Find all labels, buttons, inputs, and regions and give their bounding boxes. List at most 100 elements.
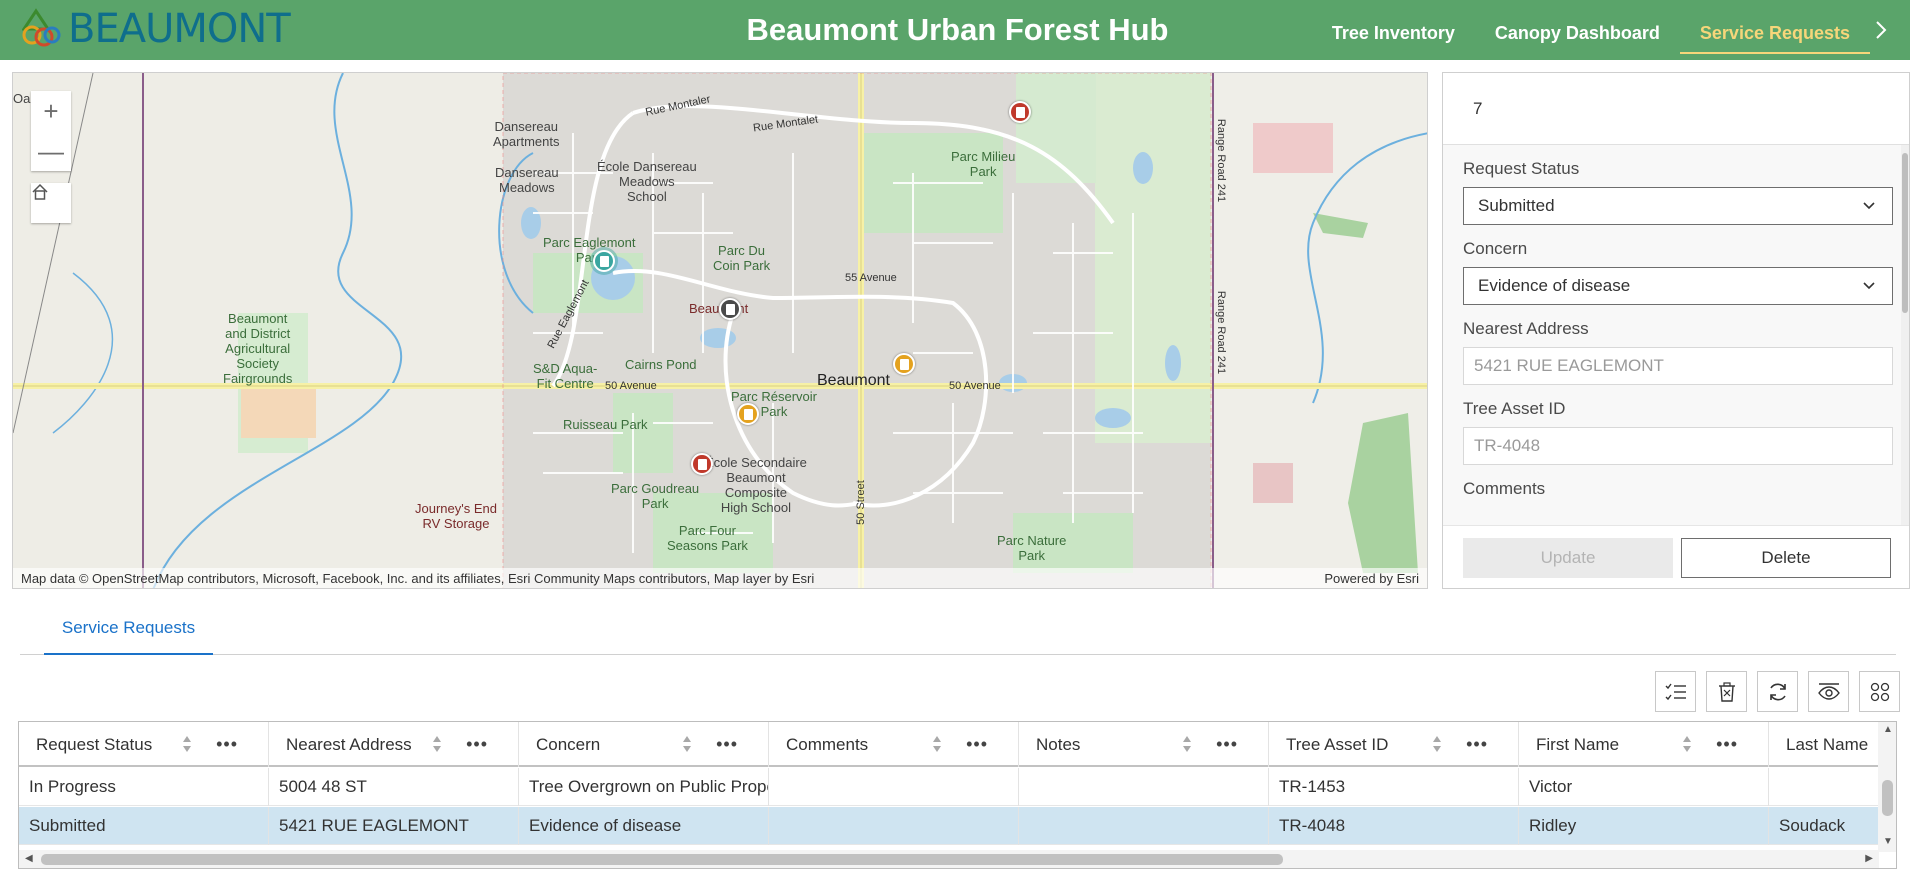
zoom-controls: + — [31, 91, 71, 171]
request-icon [743, 408, 753, 420]
map-label-parc-goudreau: Parc Goudreau Park [611, 481, 700, 511]
chevron-right-icon[interactable] [1874, 19, 1888, 41]
map-pin-closed[interactable] [719, 298, 741, 320]
home-button[interactable] [31, 183, 71, 223]
grid-view-button[interactable] [1859, 671, 1900, 712]
column-menu-button[interactable]: ••• [466, 734, 488, 755]
table-cell: Evidence of disease [519, 807, 769, 845]
map-pin-in-progress[interactable] [893, 353, 915, 375]
column-label: Request Status [36, 734, 153, 754]
address-field[interactable]: 5421 RUE EAGLEMONT [1463, 347, 1893, 385]
comments-label: Comments [1463, 479, 1546, 498]
delete-selected-button[interactable] [1706, 671, 1747, 712]
nav-service-requests[interactable]: Service Requests [1679, 6, 1870, 54]
status-value: Submitted [1478, 196, 1555, 215]
column-menu-button[interactable]: ••• [716, 734, 738, 755]
column-menu-button[interactable]: ••• [1466, 734, 1488, 755]
table-cell [1019, 807, 1269, 845]
table-vertical-scrollbar[interactable]: ▲ ▼ [1878, 722, 1896, 852]
delete-button[interactable]: Delete [1681, 538, 1891, 578]
table-cell: Victor [1519, 768, 1769, 806]
edit-actions: Update Delete [1443, 525, 1909, 588]
column-header[interactable]: Request Status ••• [19, 722, 269, 767]
table-cell: In Progress [19, 768, 269, 806]
status-select[interactable]: Submitted [1463, 187, 1893, 225]
refresh-button[interactable] [1757, 671, 1798, 712]
map-view[interactable]: Oak Dansereau Apartments Dansereau Meado… [12, 72, 1428, 589]
table-cell [1769, 768, 1879, 806]
column-label: Nearest Address [286, 734, 412, 754]
visibility-icon [1817, 682, 1840, 700]
column-header[interactable]: Concern ••• [519, 722, 769, 767]
nav-tree-inventory[interactable]: Tree Inventory [1312, 6, 1475, 54]
table-cell: Submitted [19, 807, 269, 845]
table-cell: Soudack [1779, 816, 1846, 835]
map-pin-selected[interactable] [593, 250, 615, 272]
column-label: Comments [786, 734, 869, 754]
request-icon [899, 358, 909, 370]
logo-mark-icon [22, 8, 61, 47]
show-hide-columns-button[interactable] [1808, 671, 1849, 712]
map-label-dansereau-meadows: Dansereau Meadows [495, 165, 559, 195]
sort-icon[interactable] [682, 735, 692, 753]
select-list-button[interactable] [1655, 671, 1696, 712]
column-header[interactable]: Notes ••• [1019, 722, 1269, 767]
column-menu-button[interactable]: ••• [966, 734, 988, 755]
sort-icon[interactable] [1432, 735, 1442, 753]
table-row[interactable]: In Progress 5004 48 ST Tree Overgrown on… [19, 768, 1879, 806]
table-cell: 5421 RUE EAGLEMONT [269, 807, 519, 845]
map-label-cairns-pond: Cairns Pond [625, 357, 697, 372]
update-button[interactable]: Update [1463, 538, 1673, 578]
asset-id-field[interactable]: TR-4048 [1463, 427, 1893, 465]
grid-icon [1870, 682, 1889, 701]
map-label-range-road-north: Range Road 241 [1215, 118, 1228, 203]
tab-service-requests[interactable]: Service Requests [44, 610, 213, 655]
column-header[interactable]: First Name ••• [1519, 722, 1769, 767]
sort-icon[interactable] [182, 735, 192, 753]
sort-icon[interactable] [932, 735, 942, 753]
scroll-right-arrow-icon[interactable]: ▶ [1865, 853, 1873, 864]
sort-icon[interactable] [432, 735, 442, 753]
chevron-down-icon [1863, 282, 1875, 290]
map-label-sd-aqua: S&D Aqua- Fit Centre [533, 361, 598, 391]
column-header[interactable]: Comments ••• [769, 722, 1019, 767]
column-menu-button[interactable]: ••• [1216, 734, 1238, 755]
request-icon [725, 303, 735, 315]
scroll-left-arrow-icon[interactable]: ◀ [25, 853, 33, 864]
zoom-in-button[interactable]: + [31, 91, 71, 131]
map-label-50-street: 50 Street [854, 480, 867, 525]
column-label: First Name [1536, 734, 1620, 754]
table-cell [769, 807, 1019, 845]
powered-by-esri[interactable]: Powered by Esri [1324, 571, 1419, 586]
table-row-selected[interactable]: Submitted 5421 RUE EAGLEMONT Evidence of… [19, 807, 1879, 845]
form-scrollbar[interactable] [1901, 145, 1909, 525]
concern-select[interactable]: Evidence of disease [1463, 267, 1893, 305]
beaumont-logo[interactable]: BEAUMONT [22, 6, 291, 52]
column-menu-button[interactable]: ••• [1716, 734, 1738, 755]
concern-label: Concern [1463, 239, 1528, 258]
select-list-icon [1665, 683, 1686, 700]
sort-icon[interactable] [1682, 735, 1692, 753]
refresh-icon [1769, 683, 1786, 700]
table-cell: Tree Overgrown on Public Property [519, 768, 769, 806]
column-header[interactable]: Tree Asset ID ••• [1269, 722, 1519, 767]
zoom-out-button[interactable]: — [31, 131, 71, 171]
asset-label: Tree Asset ID [1463, 399, 1566, 418]
home-icon [32, 183, 48, 200]
map-pin-in-progress[interactable] [737, 403, 759, 425]
table-horizontal-scrollbar[interactable]: ◀ ▶ [19, 850, 1879, 868]
map-pin-submitted[interactable] [1009, 101, 1031, 123]
column-menu-button[interactable]: ••• [216, 734, 238, 755]
sort-icon[interactable] [1182, 735, 1192, 753]
scroll-up-arrow-icon[interactable]: ▲ [1883, 724, 1893, 735]
map-label-range-road-south: Range Road 241 [1215, 290, 1228, 375]
column-label: Notes [1036, 734, 1081, 754]
scroll-down-arrow-icon[interactable]: ▼ [1883, 836, 1893, 847]
nav-canopy-dashboard[interactable]: Canopy Dashboard [1475, 6, 1680, 54]
table-tabs: Service Requests [20, 610, 1896, 655]
map-pin-submitted[interactable] [691, 453, 713, 475]
map-label-parc-milieu: Parc Milieu Park [951, 149, 1016, 179]
column-header[interactable]: Nearest Address ••• [269, 722, 519, 767]
table-cell: Ridley [1519, 807, 1769, 845]
map-label-50-avenue-east: 50 Avenue [949, 380, 1001, 392]
